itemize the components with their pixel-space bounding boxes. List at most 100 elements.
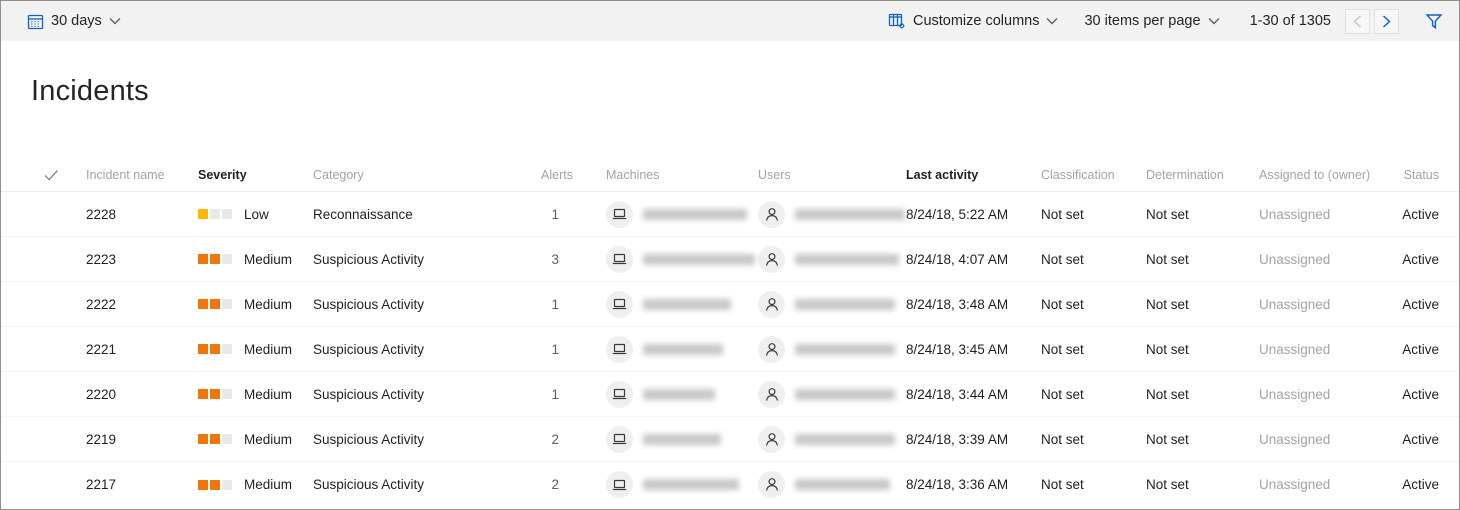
users-cell[interactable] (756, 381, 906, 408)
user-name-redacted (795, 479, 890, 490)
incident-name-cell: 2217 (86, 477, 198, 492)
user-name-redacted (795, 344, 895, 355)
status-cell: Active (1401, 252, 1439, 267)
last-activity-cell: 8/24/18, 3:36 AM (906, 477, 1041, 492)
person-icon (765, 207, 779, 222)
assigned-to-cell: Unassigned (1259, 387, 1401, 402)
classification-cell: Not set (1041, 252, 1146, 267)
severity-segment (210, 344, 220, 354)
column-header-assigned-to[interactable]: Assigned to (owner) (1259, 168, 1401, 182)
table-row[interactable]: 2222 Medium Suspicious Activity 1 (1, 282, 1459, 327)
machine-name-redacted (643, 299, 731, 310)
determination-cell: Not set (1146, 432, 1259, 447)
machines-cell[interactable] (573, 201, 756, 228)
table-row[interactable]: 2221 Medium Suspicious Activity 1 (1, 327, 1459, 372)
severity-cell: Medium (198, 387, 313, 402)
machines-cell[interactable] (573, 291, 756, 318)
column-header-alerts[interactable]: Alerts (508, 168, 573, 182)
users-cell[interactable] (756, 426, 906, 453)
time-range-dropdown[interactable]: 30 days (27, 13, 121, 30)
machine-badge (606, 291, 633, 318)
column-header-category[interactable]: Category (313, 168, 508, 182)
severity-segment (198, 209, 208, 219)
table-row[interactable]: 2217 Medium Suspicious Activity 2 (1, 462, 1459, 507)
machines-cell[interactable] (573, 381, 756, 408)
laptop-icon (612, 342, 627, 356)
assigned-to-cell: Unassigned (1259, 252, 1401, 267)
table-row[interactable]: 2228 Low Reconnaissance 1 (1, 192, 1459, 237)
incident-table-header: Incident name Severity Category Alerts M… (1, 158, 1459, 192)
calendar-icon (27, 13, 44, 30)
users-cell[interactable] (756, 246, 906, 273)
next-page-button[interactable] (1374, 9, 1399, 34)
column-header-last-activity[interactable]: Last activity (906, 168, 1041, 182)
table-row[interactable]: 2219 Medium Suspicious Activity 2 (1, 417, 1459, 462)
severity-indicator (198, 344, 232, 354)
assigned-to-cell: Unassigned (1259, 477, 1401, 492)
severity-cell: Medium (198, 477, 313, 492)
page-title: Incidents (31, 75, 1459, 108)
assigned-to-cell: Unassigned (1259, 207, 1401, 222)
incident-name-cell: 2223 (86, 252, 198, 267)
last-activity-cell: 8/24/18, 3:39 AM (906, 432, 1041, 447)
severity-segment (222, 389, 232, 399)
column-header-determination[interactable]: Determination (1146, 168, 1259, 182)
severity-label: Medium (244, 297, 292, 312)
category-cell: Suspicious Activity (313, 387, 508, 402)
incident-name-cell: 2219 (86, 432, 198, 447)
determination-cell: Not set (1146, 207, 1259, 222)
column-header-severity[interactable]: Severity (198, 168, 313, 182)
severity-indicator (198, 389, 232, 399)
machine-badge (606, 246, 633, 273)
users-cell[interactable] (756, 201, 906, 228)
column-header-incident-name[interactable]: Incident name (86, 168, 198, 182)
classification-cell: Not set (1041, 207, 1146, 222)
machine-name-redacted (643, 209, 747, 220)
incident-name-cell: 2228 (86, 207, 198, 222)
checkmark-icon (44, 169, 86, 181)
severity-segment (210, 389, 220, 399)
table-columns-gear-icon (888, 12, 906, 30)
severity-segment (198, 434, 208, 444)
severity-indicator (198, 480, 232, 490)
prev-page-button[interactable] (1345, 9, 1370, 34)
table-row[interactable]: 2220 Medium Suspicious Activity 1 (1, 372, 1459, 417)
category-cell: Suspicious Activity (313, 252, 508, 267)
user-name-redacted (795, 209, 905, 220)
column-header-status[interactable]: Status (1401, 168, 1439, 182)
severity-indicator (198, 209, 232, 219)
items-per-page-label: 30 items per page (1084, 13, 1200, 29)
machines-cell[interactable] (573, 471, 756, 498)
category-cell: Suspicious Activity (313, 477, 508, 492)
last-activity-cell: 8/24/18, 3:48 AM (906, 297, 1041, 312)
severity-segment (198, 344, 208, 354)
user-badge (758, 246, 785, 273)
items-per-page-dropdown[interactable]: 30 items per page (1084, 13, 1219, 29)
toolbar-left: 30 days (27, 13, 121, 30)
chevron-right-icon (1382, 15, 1391, 28)
person-icon (765, 477, 779, 492)
customize-columns-label: Customize columns (913, 13, 1040, 29)
machines-cell[interactable] (573, 246, 756, 273)
machines-cell[interactable] (573, 426, 756, 453)
users-cell[interactable] (756, 336, 906, 363)
severity-segment (222, 344, 232, 354)
column-header-machines[interactable]: Machines (573, 168, 756, 182)
column-header-users[interactable]: Users (756, 168, 906, 182)
column-header-classification[interactable]: Classification (1041, 168, 1146, 182)
machines-cell[interactable] (573, 336, 756, 363)
severity-segment (198, 254, 208, 264)
table-row[interactable]: 2223 Medium Suspicious Activity 3 (1, 237, 1459, 282)
classification-cell: Not set (1041, 477, 1146, 492)
users-cell[interactable] (756, 291, 906, 318)
machine-name-redacted (643, 254, 755, 265)
users-cell[interactable] (756, 471, 906, 498)
customize-columns-dropdown[interactable]: Customize columns (888, 12, 1059, 30)
toolbar: 30 days (1, 1, 1459, 41)
status-cell: Active (1401, 477, 1439, 492)
category-cell: Suspicious Activity (313, 297, 508, 312)
last-activity-cell: 8/24/18, 5:22 AM (906, 207, 1041, 222)
filter-button[interactable] (1425, 13, 1443, 30)
incident-name-cell: 2220 (86, 387, 198, 402)
select-all-checkbox[interactable] (31, 169, 86, 181)
